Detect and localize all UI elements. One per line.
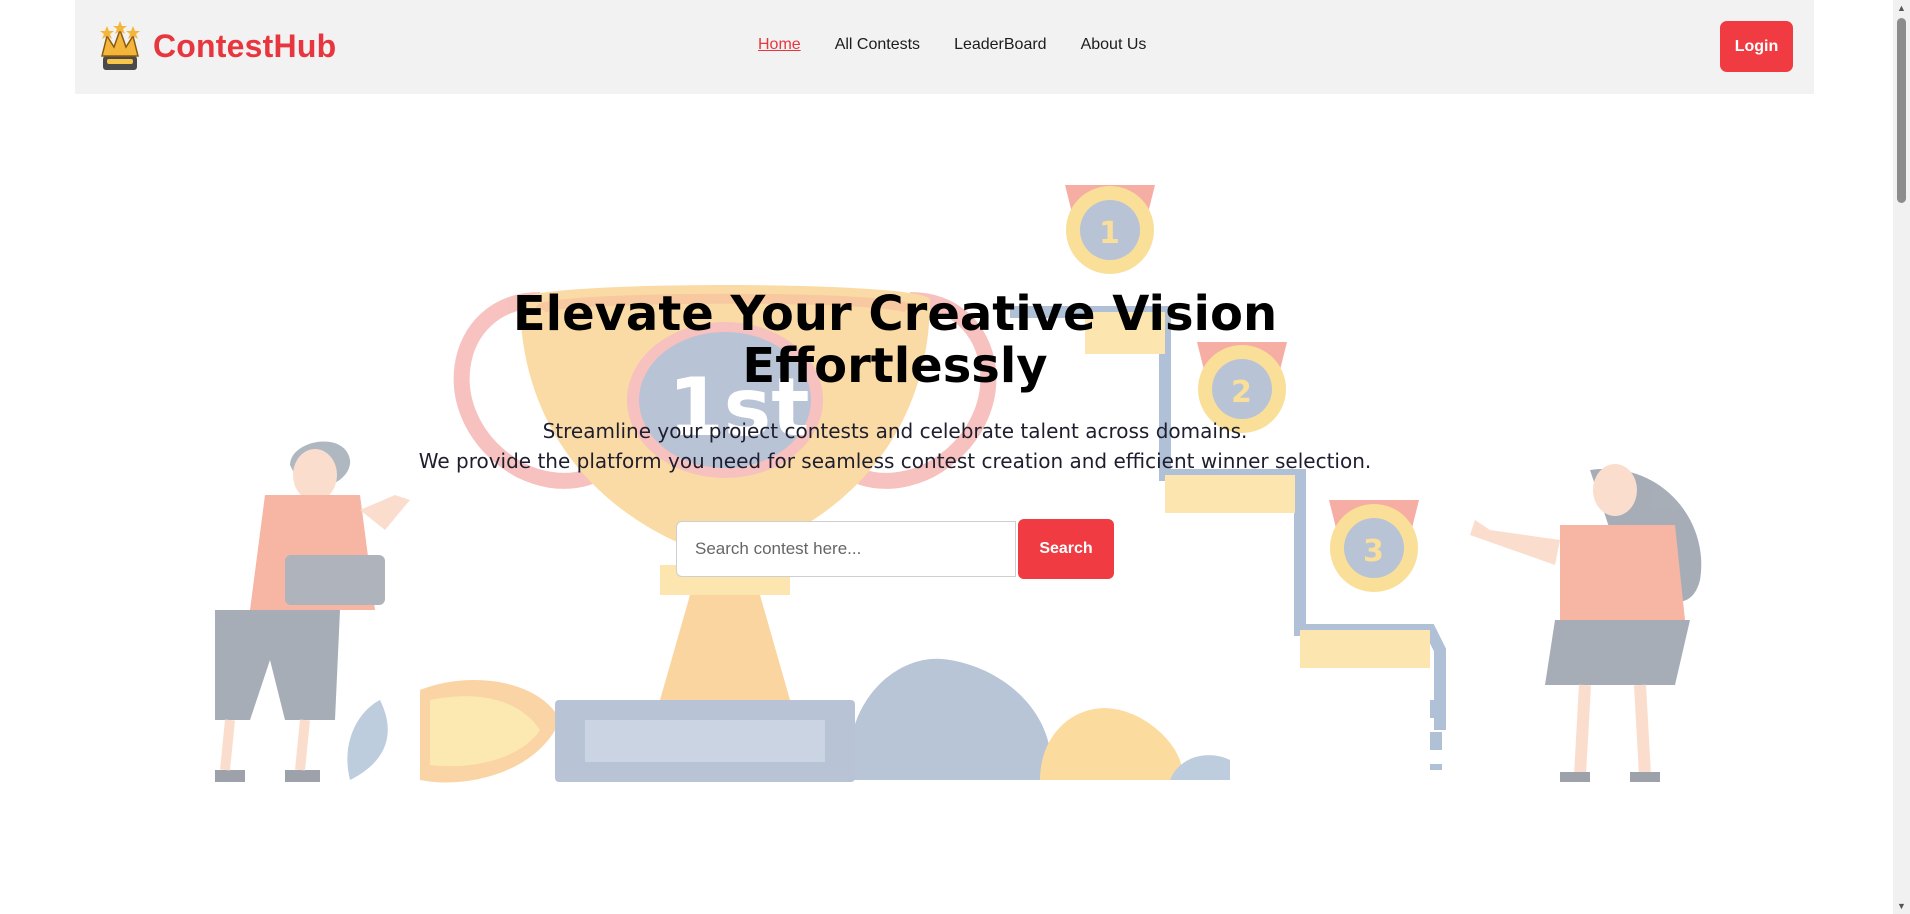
- hero-subtitle-line-1: Streamline your project contests and cel…: [542, 419, 1248, 443]
- hero-title-line-2: Effortlessly: [742, 338, 1048, 394]
- hero-title: Elevate Your Creative Vision Effortlessl…: [0, 288, 1790, 392]
- page-scrollbar[interactable]: ▲ ▼: [1893, 0, 1910, 914]
- medal-3-number: 3: [1363, 534, 1384, 569]
- hero-section: Elevate Your Creative Vision Effortlessl…: [0, 288, 1790, 476]
- contest-search-form: Search: [676, 519, 1114, 579]
- plant-left-illustration: [347, 680, 560, 783]
- plant-right-illustration: [848, 658, 1230, 780]
- medal-1-illustration: 1: [1065, 185, 1155, 274]
- contest-search-input[interactable]: [676, 521, 1016, 577]
- scrollbar-thumb[interactable]: [1897, 18, 1906, 203]
- hero-subtitle: Streamline your project contests and cel…: [0, 416, 1790, 476]
- search-button[interactable]: Search: [1018, 519, 1114, 579]
- hero-subtitle-line-2: We provide the platform you need for sea…: [418, 449, 1372, 473]
- scroll-down-arrow-icon[interactable]: ▼: [1895, 900, 1908, 912]
- person-right-illustration: [1470, 464, 1702, 782]
- hero-title-line-1: Elevate Your Creative Vision: [512, 286, 1278, 342]
- medal-3-illustration: 3: [1329, 500, 1419, 592]
- medal-1-number: 1: [1099, 216, 1120, 251]
- scroll-up-arrow-icon[interactable]: ▲: [1895, 2, 1908, 14]
